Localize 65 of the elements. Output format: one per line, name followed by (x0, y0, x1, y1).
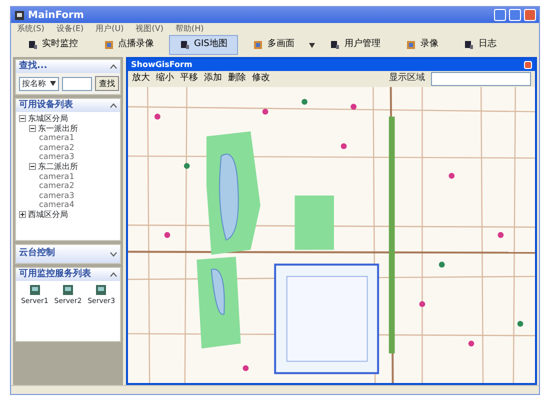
expand-icon[interactable] (110, 252, 117, 256)
area-field[interactable] (431, 72, 531, 86)
map-tool-button[interactable]: 平移 (180, 72, 198, 86)
toolbar-button[interactable]: 多画面 (242, 35, 306, 55)
toolbar-button[interactable]: 实时监控 (17, 35, 89, 55)
close-button[interactable] (524, 61, 532, 69)
tree-item[interactable]: 东城区分局 (28, 114, 68, 123)
search-mode-dropdown[interactable]: 按名称 (19, 76, 59, 90)
menu-item[interactable]: 系统(S) (17, 23, 44, 35)
tree-item[interactable]: camera2 (39, 142, 74, 152)
toolbar-icon (180, 40, 190, 50)
toolbar-button[interactable]: 用户管理 (319, 35, 392, 55)
collapse-icon[interactable] (110, 272, 117, 277)
panel-title: 可用监控服务列表 (19, 268, 91, 281)
toolbar-button[interactable]: 点播录像 (93, 35, 165, 55)
collapse-icon[interactable] (110, 103, 117, 108)
panel-title: 可用设备列表 (19, 98, 73, 112)
caret-icon (50, 81, 56, 86)
minimize-button[interactable] (494, 9, 506, 21)
panel-title: 查找... (19, 60, 48, 73)
tree-item[interactable]: 东二派出所 (38, 162, 78, 171)
map-tool-button[interactable]: 添加 (204, 72, 222, 86)
tree-item[interactable]: camera2 (39, 181, 74, 190)
toolbar-icon (104, 40, 114, 50)
toolbar-icon (253, 40, 264, 50)
server-icon[interactable] (62, 285, 73, 295)
toolbar-icon (464, 40, 474, 50)
tree-item[interactable]: 东一派出所 (38, 124, 78, 133)
search-field[interactable] (62, 76, 92, 90)
restore-button[interactable] (509, 9, 521, 21)
collapse-icon[interactable] (29, 124, 36, 132)
server-icon[interactable] (96, 285, 106, 295)
menu-item[interactable]: 视图(V) (136, 23, 164, 35)
menu-item[interactable]: 设备(E) (56, 23, 84, 35)
menu-item[interactable]: 帮助(H) (175, 23, 204, 35)
collapse-icon[interactable] (110, 64, 117, 69)
tree-item[interactable]: camera3 (39, 152, 74, 162)
map-tool-button[interactable]: 缩小 (156, 72, 174, 86)
tree-item[interactable]: camera3 (39, 190, 74, 200)
collapse-icon[interactable] (29, 163, 36, 170)
map-tool-button[interactable]: 放大 (132, 72, 150, 86)
toolbar-button[interactable]: 日志 (453, 35, 508, 55)
window-title: ShowGisForm (131, 59, 192, 71)
area-label: 显示区域 (389, 72, 425, 86)
collapse-icon[interactable] (19, 115, 26, 122)
map-tool-button[interactable]: 修改 (252, 72, 270, 86)
app-icon (14, 10, 25, 20)
expand-icon[interactable] (19, 211, 26, 218)
close-button[interactable] (524, 9, 536, 21)
tree-item[interactable]: camera1 (39, 133, 74, 142)
toolbar-icon (28, 40, 38, 50)
tree-item[interactable]: 西城区分局 (28, 210, 68, 219)
map-tool-button[interactable]: 删除 (228, 72, 246, 86)
menu-item[interactable]: 用户(U) (96, 23, 124, 35)
tree-item[interactable]: camera4 (39, 200, 74, 210)
toolbar-button[interactable]: GIS地图 (169, 35, 238, 55)
search-button[interactable]: 查找 (95, 76, 119, 91)
caret-icon[interactable] (309, 42, 316, 48)
toolbar-icon (406, 40, 416, 50)
tree-item[interactable]: camera1 (39, 172, 74, 181)
panel-title: 云台控制 (19, 247, 55, 260)
toolbar-button[interactable]: 录像 (395, 35, 450, 55)
toolbar-icon (330, 40, 340, 50)
server-icon[interactable] (30, 285, 40, 295)
window-title: MainForm (28, 8, 84, 22)
